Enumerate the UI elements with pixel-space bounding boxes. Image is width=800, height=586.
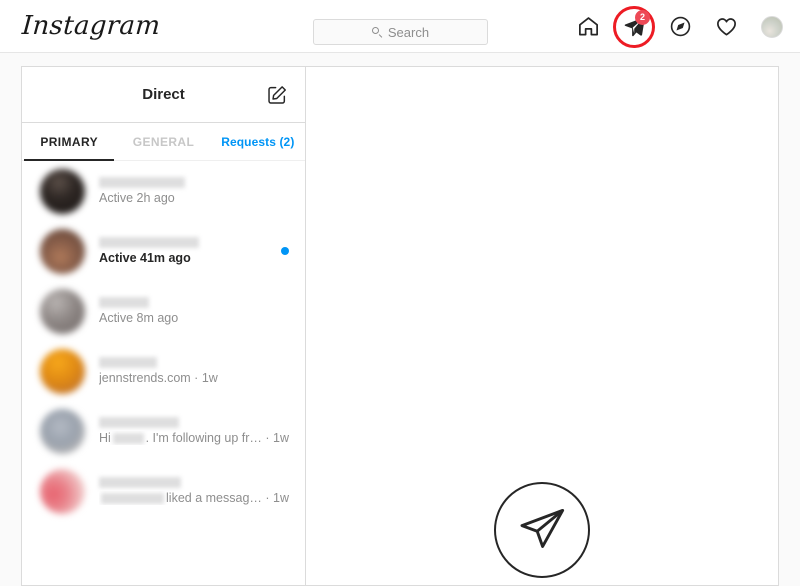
direct-messages-icon-wrap[interactable]: 2: [613, 5, 655, 48]
direct-messages-icon[interactable]: 2: [613, 5, 655, 48]
thread-preview: Hi . I'm following up fr… · 1w: [99, 431, 289, 445]
thread-filter-tabs: PRIMARY GENERAL Requests (2): [22, 123, 305, 161]
empty-state: [494, 482, 590, 578]
thread-avatar: [40, 288, 85, 334]
thread-username-redacted: [99, 237, 199, 248]
thread-avatar: [40, 168, 85, 214]
direct-header: Direct: [22, 67, 305, 123]
thread-text: Active 41m ago: [99, 237, 273, 265]
thread-row[interactable]: jennstrends.com · 1w: [22, 341, 305, 401]
search-input[interactable]: Search: [313, 19, 488, 45]
profile-avatar[interactable]: [760, 15, 784, 39]
thread-preview: jennstrends.com · 1w: [99, 371, 218, 385]
thread-avatar: [40, 408, 85, 454]
thread-text: Hi . I'm following up fr… · 1w: [99, 417, 289, 445]
thread-list[interactable]: Active 2h ago Active 41m ago Active 8m ago…: [22, 161, 305, 585]
thread-preview: liked a messag… · 1w: [99, 491, 289, 505]
thread-username-redacted: [99, 177, 185, 188]
search-placeholder: Search: [387, 24, 430, 40]
tab-primary[interactable]: PRIMARY: [22, 123, 116, 161]
thread-avatar: [40, 228, 85, 274]
instagram-logo[interactable]: Instagram: [21, 11, 161, 41]
heart-icon-glyph: [716, 18, 736, 36]
thread-text: jennstrends.com · 1w: [99, 357, 289, 385]
thread-text: Active 2h ago: [99, 177, 289, 205]
unread-indicator-dot: [281, 247, 289, 255]
thread-preview-redacted: [101, 492, 165, 504]
direct-messages-panel: Direct PRIMARY GENERAL Requests (2) Acti…: [21, 66, 779, 586]
main-content-area: Direct PRIMARY GENERAL Requests (2) Acti…: [0, 53, 800, 586]
thread-avatar: [40, 468, 85, 514]
thread-text: liked a messag… · 1w: [99, 477, 289, 505]
compose-message-button[interactable]: [265, 83, 289, 107]
compose-pencil-icon: [268, 85, 286, 104]
thread-row[interactable]: Active 8m ago: [22, 281, 305, 341]
thread-row[interactable]: Active 41m ago: [22, 221, 305, 281]
tab-requests[interactable]: Requests (2): [211, 123, 305, 160]
thread-text: Active 8m ago: [99, 297, 289, 325]
thread-username-redacted: [99, 297, 149, 308]
thread-username-redacted: [99, 477, 181, 488]
compass-icon-glyph: [670, 16, 690, 37]
search-field-wrapper[interactable]: Search: [313, 19, 488, 45]
profile-avatar-image: [761, 15, 783, 38]
home-icon-glyph: [578, 17, 598, 36]
thread-list-column: Direct PRIMARY GENERAL Requests (2) Acti…: [22, 67, 306, 585]
nav-icon-group: 2: [576, 0, 784, 53]
thread-row[interactable]: Active 2h ago: [22, 161, 305, 221]
search-icon: [371, 26, 383, 38]
thread-preview: Active 8m ago: [99, 311, 179, 325]
thread-row[interactable]: liked a messag… · 1w: [22, 461, 305, 521]
activity-heart-icon[interactable]: [714, 15, 738, 39]
tab-general[interactable]: GENERAL: [116, 123, 210, 160]
top-navigation-bar: Instagram Search 2: [0, 0, 800, 53]
thread-preview: Active 41m ago: [99, 251, 191, 265]
thread-row[interactable]: Hi . I'm following up fr… · 1w: [22, 401, 305, 461]
thread-preview-redacted: [112, 432, 144, 444]
page-title: Direct: [142, 86, 185, 103]
thread-preview: Active 2h ago: [99, 191, 175, 205]
thread-avatar: [40, 348, 85, 394]
paper-plane-outline-icon: [520, 508, 565, 548]
paper-plane-circle-icon: [494, 482, 590, 578]
explore-compass-icon[interactable]: [668, 15, 692, 39]
thread-username-redacted: [99, 417, 179, 428]
home-icon[interactable]: [576, 15, 600, 39]
conversation-pane: [306, 67, 778, 585]
thread-username-redacted: [99, 357, 157, 368]
unread-message-badge: 2: [635, 9, 650, 25]
